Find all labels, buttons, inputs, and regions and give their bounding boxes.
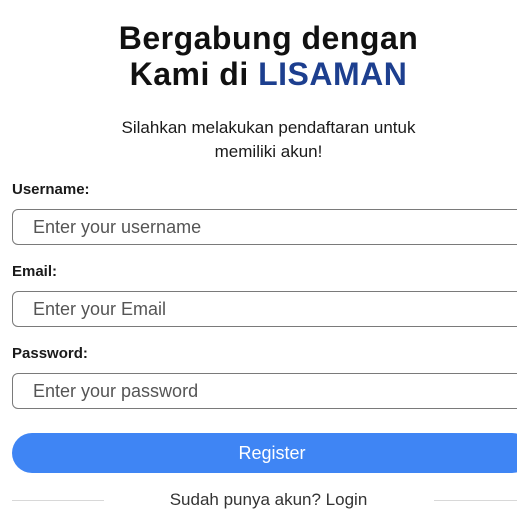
- page-subtitle: Silahkan melakukan pendaftaran untuk mem…: [0, 116, 517, 164]
- title-line-1: Bergabung dengan: [118, 20, 419, 56]
- password-input[interactable]: [12, 373, 517, 409]
- brand-name: LISAMAN: [258, 56, 408, 92]
- subtitle-line-1: Silahkan melakukan pendaftaran untuk: [121, 118, 416, 137]
- register-button[interactable]: Register: [12, 433, 517, 473]
- divider-right: [434, 500, 517, 501]
- password-label: Password:: [12, 345, 88, 362]
- title-line-2-prefix: Kami di: [129, 56, 249, 92]
- username-input[interactable]: [12, 209, 517, 245]
- page-title: Bergabung dengan Kami di LISAMAN: [0, 20, 517, 92]
- username-label: Username:: [12, 181, 90, 198]
- email-input[interactable]: [12, 291, 517, 327]
- subtitle-line-2: memiliki akun!: [214, 142, 323, 161]
- email-label: Email:: [12, 263, 58, 280]
- register-page: Bergabung dengan Kami di LISAMAN Silahka…: [0, 0, 517, 510]
